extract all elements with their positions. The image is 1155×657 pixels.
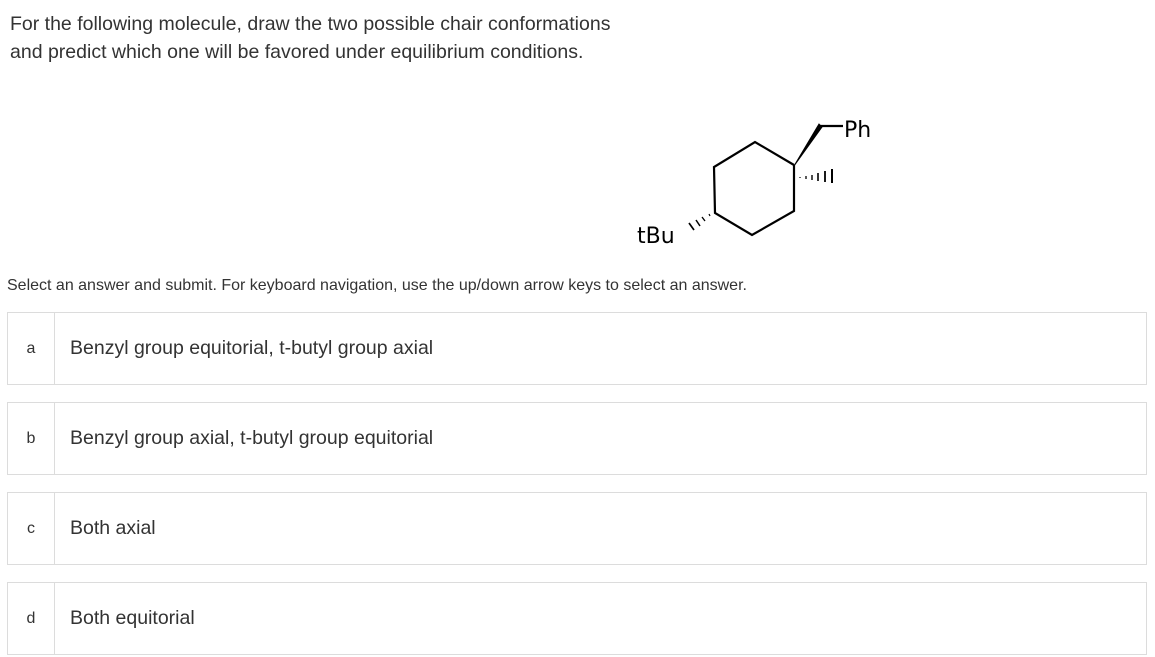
option-text: Benzyl group axial, t-butyl group equito… [70,427,434,449]
ring-bonds [712,140,796,237]
wedge-bond [793,123,823,167]
question-prompt: For the following molecule, draw the two… [10,10,710,66]
molecule-structure: Ph tBu [600,105,920,255]
answer-option-d[interactable]: d Both equitorial [7,582,1147,655]
option-text: Both axial [70,517,156,539]
cyclohexane-drawing: Ph tBu [637,118,871,249]
option-text: Both equitorial [70,607,195,629]
answer-option-a[interactable]: a Benzyl group equitorial, t-butyl group… [7,312,1147,385]
hashed-bond-left [688,213,711,231]
option-letter: d [8,583,55,654]
instruction-text: Select an answer and submit. For keyboar… [7,277,747,294]
answer-option-c[interactable]: c Both axial [7,492,1147,565]
option-text: Benzyl group equitorial, t-butyl group a… [70,337,434,359]
option-letter: a [8,313,55,384]
option-letter: b [8,403,55,474]
question-line-2: and predict which one will be favored un… [10,41,584,63]
question-line-1: For the following molecule, draw the two… [10,13,611,35]
hashed-bond-right [799,169,833,183]
option-letter: c [8,493,55,564]
phenyl-label: Ph [844,118,871,143]
tbutyl-label: tBu [637,224,675,249]
answer-option-b[interactable]: b Benzyl group axial, t-butyl group equi… [7,402,1147,475]
